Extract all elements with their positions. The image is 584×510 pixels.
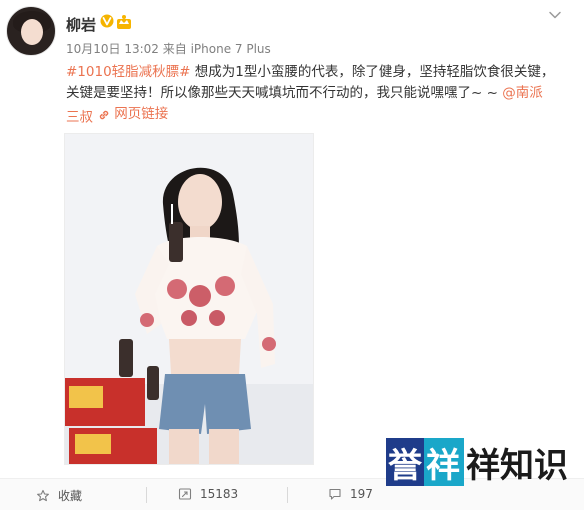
repost-icon bbox=[178, 488, 192, 500]
action-divider bbox=[146, 487, 147, 503]
favorite-label: 收藏 bbox=[58, 489, 83, 503]
avatar[interactable] bbox=[6, 6, 56, 56]
post-text-line-1: 想成为1型小蛮腰的代表，除了健身，坚持轻脂饮食很关键， bbox=[190, 64, 555, 80]
verified-badge-icon bbox=[100, 14, 114, 28]
watermark-logo: 誉 祥 祥知识 bbox=[386, 438, 569, 487]
svg-text:祥: 祥 bbox=[426, 446, 460, 486]
star-icon bbox=[37, 489, 49, 501]
mention-link[interactable]: @南派 bbox=[502, 85, 543, 101]
comment-icon bbox=[329, 488, 341, 500]
author-name[interactable]: 柳岩 bbox=[66, 14, 96, 35]
comment-count: 197 bbox=[350, 487, 373, 501]
vip-crown-icon bbox=[117, 15, 131, 29]
web-link-label: 网页链接 bbox=[114, 106, 169, 122]
repost-count: 15183 bbox=[200, 487, 239, 501]
repost-button[interactable]: 15183 bbox=[178, 487, 238, 501]
post-text: #1010轻脂减秋膘# 想成为1型小蛮腰的代表，除了健身，坚持轻脂饮食很关键， … bbox=[66, 62, 566, 129]
avatar-face bbox=[21, 19, 43, 45]
comment-button[interactable]: 197 bbox=[328, 487, 373, 501]
photo-illustration bbox=[65, 134, 313, 464]
web-link[interactable]: 网页链接 bbox=[97, 104, 168, 125]
svg-text:祥知识: 祥知识 bbox=[466, 446, 568, 486]
action-divider bbox=[287, 487, 288, 503]
favorite-button[interactable]: 收藏 bbox=[36, 487, 82, 504]
post-meta: 10月10日 13:02 来自 iPhone 7 Plus bbox=[66, 42, 271, 56]
post-photo[interactable] bbox=[64, 133, 314, 465]
link-icon bbox=[100, 110, 109, 119]
chevron-down-icon[interactable] bbox=[548, 8, 562, 22]
mention-link-continued[interactable]: 三叔 bbox=[66, 110, 93, 126]
svg-text:誉: 誉 bbox=[388, 446, 423, 486]
post-text-line-2: 关键是要坚持！所以像那些天天喊填坑而不行动的，我只能说嘿嘿了~ ~ bbox=[66, 85, 503, 101]
hashtag-link[interactable]: #1010轻脂减秋膘# bbox=[66, 64, 190, 80]
